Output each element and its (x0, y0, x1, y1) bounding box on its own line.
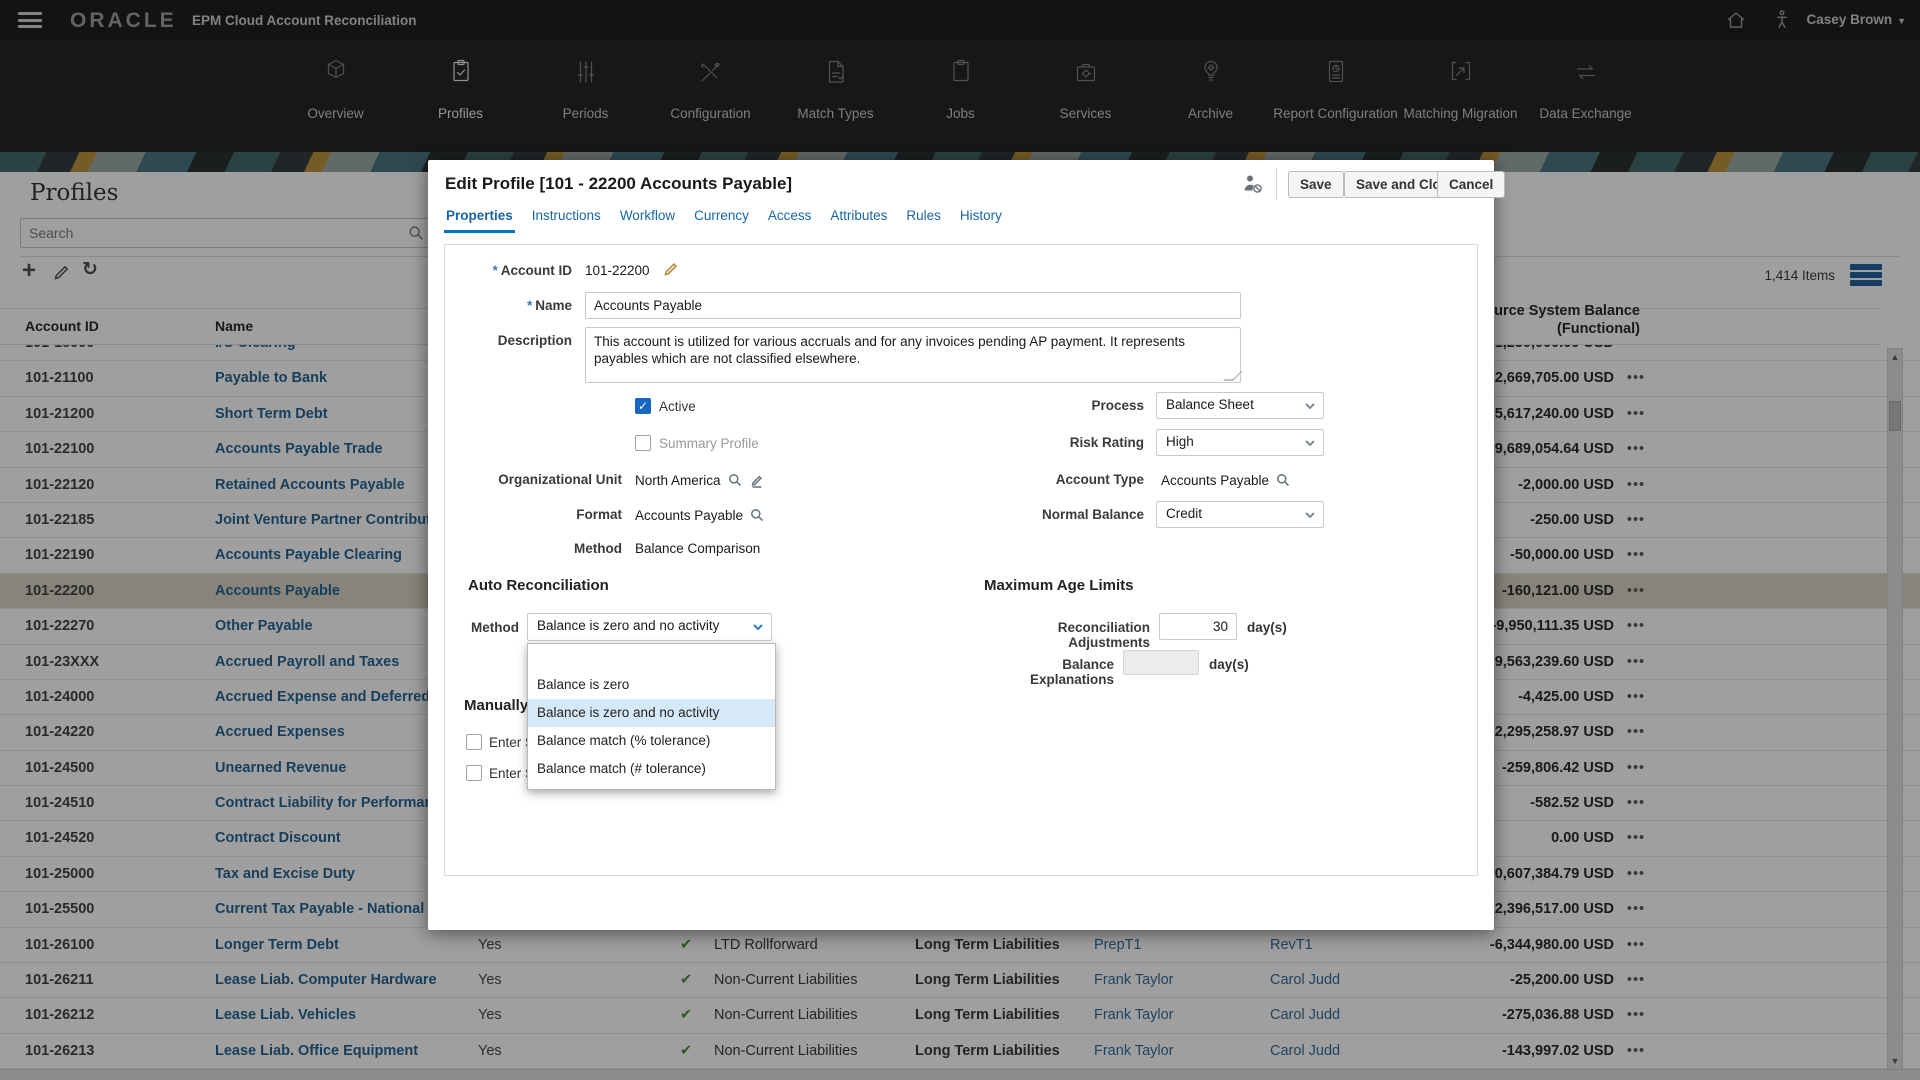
process-select[interactable]: Balance Sheet (1156, 392, 1324, 419)
format-label: Format (452, 507, 622, 522)
enter-checkbox-1[interactable] (466, 734, 482, 750)
org-unit-value: North America (635, 472, 765, 488)
org-unit-label: Organizational Unit (452, 472, 622, 487)
process-value: Balance Sheet (1166, 397, 1254, 412)
tab-workflow[interactable]: Workflow (618, 204, 677, 233)
dialog-title: Edit Profile [101 - 22200 Accounts Payab… (445, 174, 792, 194)
account-type-value: Accounts Payable (1161, 472, 1291, 488)
risk-rating-label: Risk Rating (974, 435, 1144, 450)
tab-access[interactable]: Access (766, 204, 814, 233)
dropdown-option-blank[interactable] (528, 644, 775, 671)
summary-profile-label: Summary Profile (659, 436, 759, 451)
dropdown-option[interactable]: Balance match (% tolerance) (528, 727, 775, 755)
method-value: Balance Comparison (635, 541, 760, 556)
description-textarea[interactable] (585, 327, 1241, 383)
bal-explanations-label: Balance Explanations (984, 657, 1114, 687)
bal-explanations-input[interactable] (1123, 650, 1199, 675)
save-button[interactable]: Save (1288, 171, 1344, 198)
magnifier-icon[interactable] (1275, 472, 1291, 488)
auto-rec-method-select[interactable]: Balance is zero and no activity (527, 613, 772, 641)
tab-currency[interactable]: Currency (692, 204, 751, 233)
chevron-down-icon (1304, 400, 1316, 412)
cancel-button[interactable]: Cancel (1437, 171, 1505, 198)
summary-profile-checkbox[interactable] (635, 435, 651, 451)
auto-rec-method-label: Method (471, 620, 517, 635)
edit-pencil-underline-icon[interactable] (749, 472, 765, 488)
rec-adjustments-input[interactable] (1159, 613, 1237, 640)
edit-pencil-icon[interactable] (663, 261, 679, 277)
account-id-label: *Account ID (452, 263, 572, 278)
active-label: Active (659, 399, 696, 414)
active-checkbox[interactable]: ✓ (635, 398, 651, 414)
manually-section-heading: Manually (464, 697, 528, 714)
chevron-down-icon (1304, 437, 1316, 449)
tab-rules[interactable]: Rules (904, 204, 943, 233)
bal-explanations-unit: day(s) (1209, 657, 1249, 672)
magnifier-icon[interactable] (727, 472, 743, 488)
auto-reconciliation-heading: Auto Reconciliation (468, 577, 609, 594)
name-label: *Name (452, 298, 572, 313)
dropdown-option[interactable]: Balance is zero (528, 671, 775, 699)
application-window: ORACLE EPM Cloud Account Reconciliation … (0, 0, 1920, 1080)
tab-instructions[interactable]: Instructions (530, 204, 603, 233)
tab-properties[interactable]: Properties (444, 204, 515, 233)
auto-rec-method-value: Balance is zero and no activity (537, 618, 719, 633)
dropdown-option[interactable]: Balance is zero and no activity (528, 699, 775, 727)
rec-adjustments-label: Reconciliation Adjustments (990, 620, 1150, 650)
dialog-tabs: Properties Instructions Workflow Currency Ac… (444, 204, 1019, 233)
account-id-value: 101-22200 (585, 263, 650, 278)
risk-rating-value: High (1166, 434, 1194, 449)
name-input[interactable] (585, 292, 1241, 319)
rec-adjustments-unit: day(s) (1247, 620, 1287, 635)
account-type-label: Account Type (974, 472, 1144, 487)
header-divider (1276, 168, 1277, 200)
normal-balance-value: Credit (1166, 506, 1202, 521)
max-age-limits-heading: Maximum Age Limits (984, 577, 1133, 594)
format-value: Accounts Payable (635, 507, 765, 523)
normal-balance-select[interactable]: Credit (1156, 501, 1324, 528)
enter-checkbox-2[interactable] (466, 765, 482, 781)
edit-profile-dialog: Edit Profile [101 - 22200 Accounts Payab… (428, 160, 1494, 930)
method-label: Method (452, 541, 622, 556)
chevron-down-icon (1304, 509, 1316, 521)
magnifier-icon[interactable] (749, 507, 765, 523)
tab-attributes[interactable]: Attributes (828, 204, 889, 233)
user-block-icon[interactable] (1240, 171, 1266, 197)
description-label: Description (452, 333, 572, 348)
dropdown-option[interactable]: Balance match (# tolerance) (528, 755, 775, 783)
properties-form: *Account ID 101-22200 *Name Description … (444, 244, 1478, 876)
process-label: Process (974, 398, 1144, 413)
normal-balance-label: Normal Balance (974, 507, 1144, 522)
risk-rating-select[interactable]: High (1156, 429, 1324, 456)
method-dropdown-list: Balance is zeroBalance is zero and no ac… (527, 643, 776, 790)
tab-history[interactable]: History (958, 204, 1004, 233)
chevron-down-icon (752, 621, 764, 633)
